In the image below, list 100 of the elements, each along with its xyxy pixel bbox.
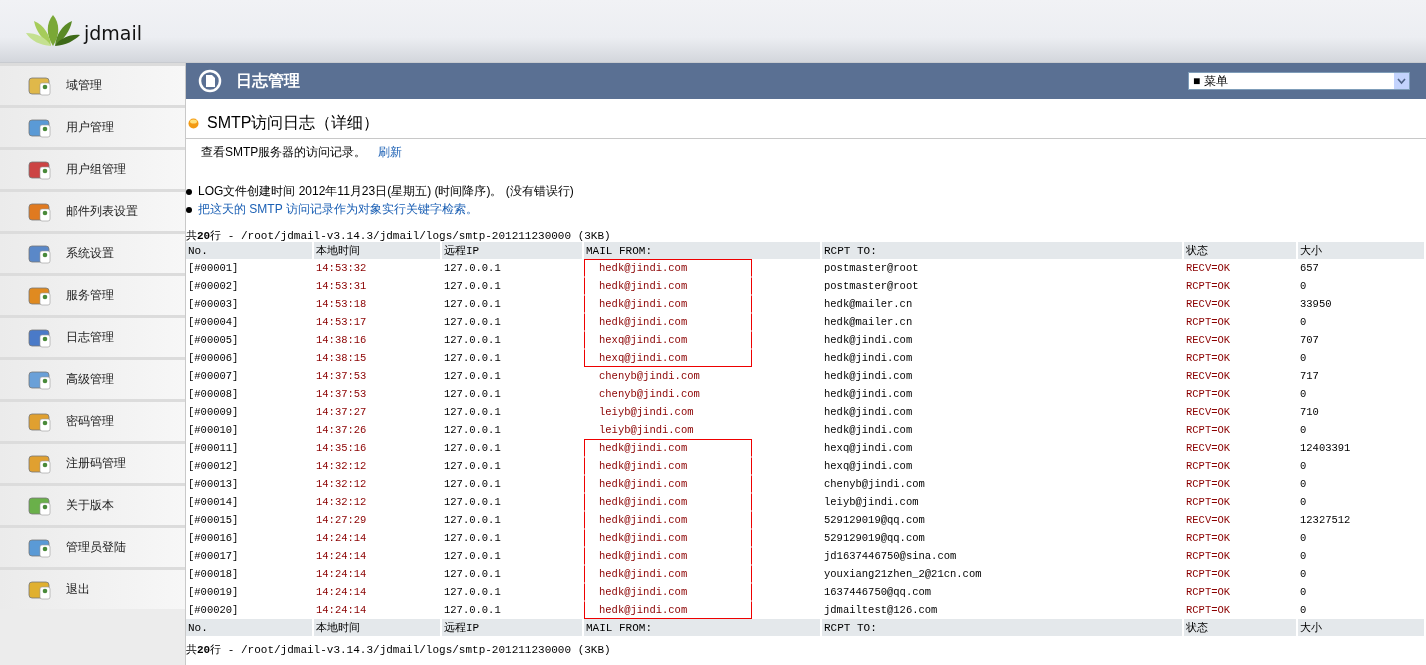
table-cell-text: RCPT=OK (1185, 495, 1232, 510)
table-cell-text: youxiang21zhen_2@21cn.com (823, 567, 983, 582)
table-cell: hexq@jindi.com (584, 331, 752, 349)
table-cell-text: leiyb@jindi.com (598, 405, 695, 420)
menu-select[interactable]: ■ 菜单 (1188, 72, 1410, 90)
column-header: RCPT TO: (822, 242, 1184, 259)
sidebar-item[interactable]: 管理员登陆 (0, 525, 185, 567)
table-cell-text: [#00020] (187, 603, 240, 618)
table-cell-text: [#00003] (187, 297, 240, 312)
column-footer: MAIL FROM: (584, 619, 822, 636)
sidebar-item[interactable]: 日志管理 (0, 315, 185, 357)
table-cell-text: [#00016] (187, 531, 240, 546)
table-cell-text: 0 (1299, 603, 1308, 618)
table-cell-text: 14:37:53 (315, 369, 368, 384)
sidebar-item[interactable]: 服务管理 (0, 273, 185, 315)
table-cell-text: hedk@jindi.com (823, 351, 914, 366)
table-cell: hexq@jindi.com (584, 349, 752, 367)
table-cell: hedk@jindi.com (584, 457, 752, 475)
table-cell-text: hedk@jindi.com (823, 333, 914, 348)
sidebar-item[interactable]: 用户组管理 (0, 147, 185, 189)
table-cell-text: RCPT=OK (1185, 531, 1232, 546)
sidebar-item[interactable]: 退出 (0, 567, 185, 609)
table-cell-text: 0 (1299, 459, 1308, 474)
sidebar-item[interactable]: 用户管理 (0, 105, 185, 147)
table-cell-text: RCPT=OK (1185, 315, 1232, 330)
table-cell-text: 127.0.0.1 (443, 477, 502, 492)
column-footer: 远程IP (442, 619, 584, 636)
column-header: 本地时间 (314, 242, 442, 259)
sidebar-item[interactable]: 关于版本 (0, 483, 185, 525)
table-cell-text: 14:37:27 (315, 405, 368, 420)
sidebar-item[interactable]: 邮件列表设置 (0, 189, 185, 231)
table-cell-text: 127.0.0.1 (443, 333, 502, 348)
table-cell-text: hedk@jindi.com (823, 387, 914, 402)
column-header: 大小 (1298, 242, 1426, 259)
table-cell-text: 33950 (1299, 297, 1333, 312)
page-title: 日志管理 (236, 70, 300, 91)
table-cell-text: 127.0.0.1 (443, 297, 502, 312)
table-cell-text: 14:24:14 (315, 585, 368, 600)
table-cell-text: hedk@jindi.com (823, 369, 914, 384)
table-cell-text: 14:35:16 (315, 441, 368, 456)
table-cell-text: [#00013] (187, 477, 240, 492)
table-cell-text: jdmailtest@126.com (823, 603, 939, 618)
table-cell-text: 127.0.0.1 (443, 351, 502, 366)
table-cell-text: 127.0.0.1 (443, 603, 502, 618)
table-cell-text: 0 (1299, 477, 1308, 492)
table-cell-text: [#00019] (187, 585, 240, 600)
table-cell: hedk@jindi.com (584, 313, 752, 331)
table-cell-text: 0 (1299, 351, 1308, 366)
table-cell-text: 0 (1299, 423, 1308, 438)
table-cell-text: 127.0.0.1 (443, 585, 502, 600)
column-footer: No. (186, 619, 314, 636)
sidebar-item[interactable]: 系统设置 (0, 231, 185, 273)
table-cell: hedk@jindi.com (584, 493, 752, 511)
table-cell-text: hexq@jindi.com (823, 441, 914, 456)
table-cell-text: 127.0.0.1 (443, 459, 502, 474)
table-cell-text: RECV=OK (1185, 297, 1232, 312)
table-cell-text: [#00012] (187, 459, 240, 474)
section-title: SMTP访问日志（详细） (207, 113, 380, 133)
table-cell-text: 0 (1299, 387, 1308, 402)
column-footer: 状态 (1184, 619, 1298, 636)
table-cell-text: 127.0.0.1 (443, 279, 502, 294)
sidebar-item[interactable]: 域管理 (0, 63, 185, 105)
sidebar-item[interactable]: 密码管理 (0, 399, 185, 441)
table-cell-text: 14:24:14 (315, 549, 368, 564)
table-cell: hedk@jindi.com (584, 439, 752, 457)
table-cell-text: [#00001] (187, 261, 240, 276)
table-cell-text: 14:24:14 (315, 567, 368, 582)
refresh-link[interactable]: 刷新 (378, 144, 403, 161)
table-cell-text: [#00008] (187, 387, 240, 402)
sidebar-item[interactable]: 注册码管理 (0, 441, 185, 483)
table-cell-text: [#00011] (187, 441, 240, 456)
search-link[interactable]: 把这天的 SMTP 访问记录作为对象实行关键字检索。 (198, 201, 478, 218)
table-cell-text: hedk@jindi.com (823, 423, 914, 438)
column-header: 状态 (1184, 242, 1298, 259)
table-cell-text: 529129019@qq.com (823, 531, 926, 546)
column-header: MAIL FROM: (584, 242, 822, 259)
table-cell-text: 14:37:26 (315, 423, 368, 438)
table-cell-text: RCPT=OK (1185, 279, 1232, 294)
table-cell-text: RECV=OK (1185, 333, 1232, 348)
table-cell-text: [#00005] (187, 333, 240, 348)
table-cell-text: 127.0.0.1 (443, 495, 502, 510)
table-cell-text: 127.0.0.1 (443, 369, 502, 384)
sidebar-item[interactable]: 高级管理 (0, 357, 185, 399)
column-footer: RCPT TO: (822, 619, 1184, 636)
table-cell-text: 127.0.0.1 (443, 315, 502, 330)
table-cell-text: RCPT=OK (1185, 603, 1232, 618)
table-cell: hedk@jindi.com (584, 583, 752, 601)
column-header: No. (186, 242, 314, 259)
table-cell-text: 707 (1299, 333, 1320, 348)
table-cell-text: 14:32:12 (315, 495, 368, 510)
table-cell-text: 14:27:29 (315, 513, 368, 528)
table-cell-text: jd1637446750@sina.com (823, 549, 958, 564)
table-cell-text: RECV=OK (1185, 405, 1232, 420)
table-cell-text: RCPT=OK (1185, 351, 1232, 366)
table-cell-text: 0 (1299, 315, 1308, 330)
table-cell-text: [#00014] (187, 495, 240, 510)
table-cell-text: 127.0.0.1 (443, 261, 502, 276)
table-cell-text: postmaster@root (823, 279, 920, 294)
table-cell-text: 0 (1299, 495, 1308, 510)
description-text: 查看SMTP服务器的访问记录。 (201, 144, 367, 161)
